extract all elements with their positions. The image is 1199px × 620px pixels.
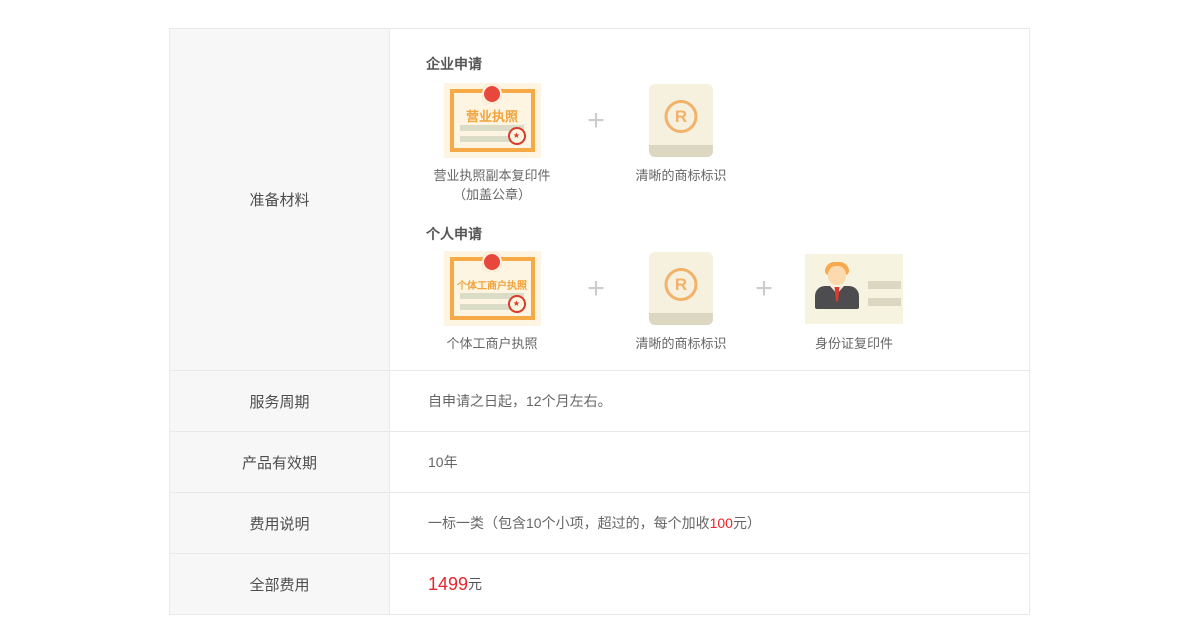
materials-cell: 企业申请 营业执照 ★ 营业执照副本复印件 [390,29,1029,370]
row-label: 服务周期 [170,371,390,431]
price-unit: 元 [468,574,482,594]
material-id-card: 身份证复印件 [804,251,904,353]
license-icon-title: 营业执照 [444,106,541,125]
enterprise-materials-row: 营业执照 ★ 营业执照副本复印件 （加盖公章） + [426,83,1029,204]
personal-section-title: 个人申请 [426,225,1029,243]
personal-materials-row: 个体工商户执照 ★ 个体工商户执照 + [426,251,1029,353]
material-caption: 身份证复印件 [815,334,893,353]
plus-icon: + [584,83,608,158]
material-caption: 清晰的商标标识 [635,334,726,353]
material-caption: 个体工商户执照 [446,334,537,353]
red-seal-icon: ★ [508,295,526,313]
trademark-icon: R [649,252,713,325]
plus-icon: + [752,251,776,326]
personal-section: 个人申请 个体工商户执照 ★ [426,225,1029,353]
material-individual-license: 个体工商户执照 ★ 个体工商户执照 [426,251,558,353]
table-row-service-period: 服务周期 自申请之日起，12个月左右。 [170,370,1029,431]
row-label: 产品有效期 [170,432,390,492]
table-row-validity: 产品有效期 10年 [170,431,1029,492]
total-price: 1499 [428,574,468,595]
registered-symbol: R [665,100,698,133]
red-seal-icon: ★ [508,127,526,145]
enterprise-section-title: 企业申请 [426,55,1029,73]
national-emblem-icon [482,84,502,104]
license-icon-title: 个体工商户执照 [444,277,541,292]
product-info-table: 准备材料 企业申请 营业执照 ★ [169,28,1030,615]
material-business-license: 营业执照 ★ 营业执照副本复印件 （加盖公章） [426,83,558,204]
row-label: 准备材料 [170,29,390,370]
row-value: 一标一类（包含10个小项，超过的，每个加收100元） [390,493,1029,553]
id-card-icon [805,254,903,324]
row-value: 10年 [390,432,1029,492]
fee-highlight: 100 [710,515,733,531]
table-row-total-price: 全部费用 1499元 [170,553,1029,614]
national-emblem-icon [482,252,502,272]
material-caption: 营业执照副本复印件 （加盖公章） [433,166,550,204]
material-caption: 清晰的商标标识 [635,166,726,185]
row-label: 费用说明 [170,493,390,553]
individual-license-icon: 个体工商户执照 ★ [444,251,541,326]
table-row-fee-note: 费用说明 一标一类（包含10个小项，超过的，每个加收100元） [170,492,1029,553]
material-trademark: R 清晰的商标标识 [635,251,727,353]
row-label: 全部费用 [170,554,390,614]
row-value: 1499元 [390,554,1029,614]
material-trademark: R 清晰的商标标识 [635,83,727,185]
row-value: 自申请之日起，12个月左右。 [390,371,1029,431]
plus-icon: + [584,251,608,326]
table-row-materials: 准备材料 企业申请 营业执照 ★ [170,29,1029,370]
trademark-icon: R [649,84,713,157]
business-license-icon: 营业执照 ★ [444,83,541,158]
registered-symbol: R [665,268,698,301]
